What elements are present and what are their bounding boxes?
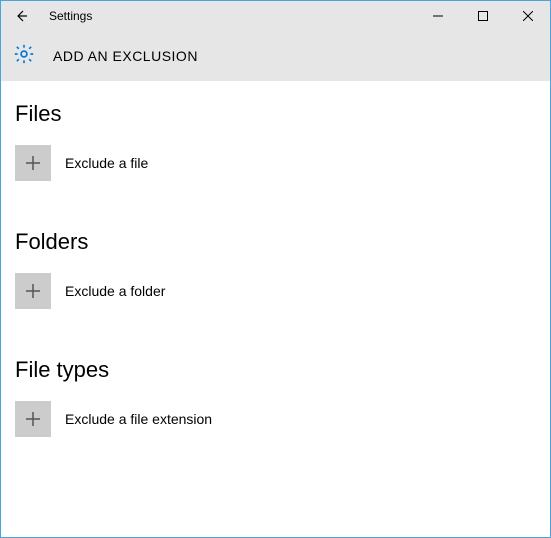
plus-icon	[23, 281, 43, 301]
exclude-folder-label: Exclude a folder	[65, 283, 165, 299]
close-button[interactable]	[505, 1, 550, 31]
maximize-button[interactable]	[460, 1, 505, 31]
page-header: ADD AN EXCLUSION	[1, 31, 550, 81]
section-title-file-types: File types	[15, 357, 536, 383]
minimize-icon	[433, 11, 443, 21]
window-controls	[415, 1, 550, 31]
back-arrow-icon	[13, 8, 29, 24]
exclude-file-extension-button[interactable]: Exclude a file extension	[15, 401, 536, 437]
exclude-file-label: Exclude a file	[65, 155, 148, 171]
gear-icon	[13, 43, 35, 70]
plus-icon	[23, 153, 43, 173]
section-title-folders: Folders	[15, 229, 536, 255]
section-folders: Folders Exclude a folder	[15, 229, 536, 309]
titlebar: Settings	[1, 1, 550, 31]
plus-tile	[15, 273, 51, 309]
back-button[interactable]	[1, 1, 41, 31]
section-files: Files Exclude a file	[15, 101, 536, 181]
exclude-folder-button[interactable]: Exclude a folder	[15, 273, 536, 309]
content-area: Files Exclude a file Folders Exclude a f…	[1, 81, 550, 457]
page-title: ADD AN EXCLUSION	[53, 48, 198, 64]
maximize-icon	[478, 11, 488, 21]
plus-tile	[15, 401, 51, 437]
exclude-file-button[interactable]: Exclude a file	[15, 145, 536, 181]
section-title-files: Files	[15, 101, 536, 127]
plus-icon	[23, 409, 43, 429]
plus-tile	[15, 145, 51, 181]
close-icon	[523, 11, 533, 21]
section-file-types: File types Exclude a file extension	[15, 357, 536, 437]
exclude-file-extension-label: Exclude a file extension	[65, 411, 212, 427]
window-title: Settings	[49, 9, 415, 23]
minimize-button[interactable]	[415, 1, 460, 31]
